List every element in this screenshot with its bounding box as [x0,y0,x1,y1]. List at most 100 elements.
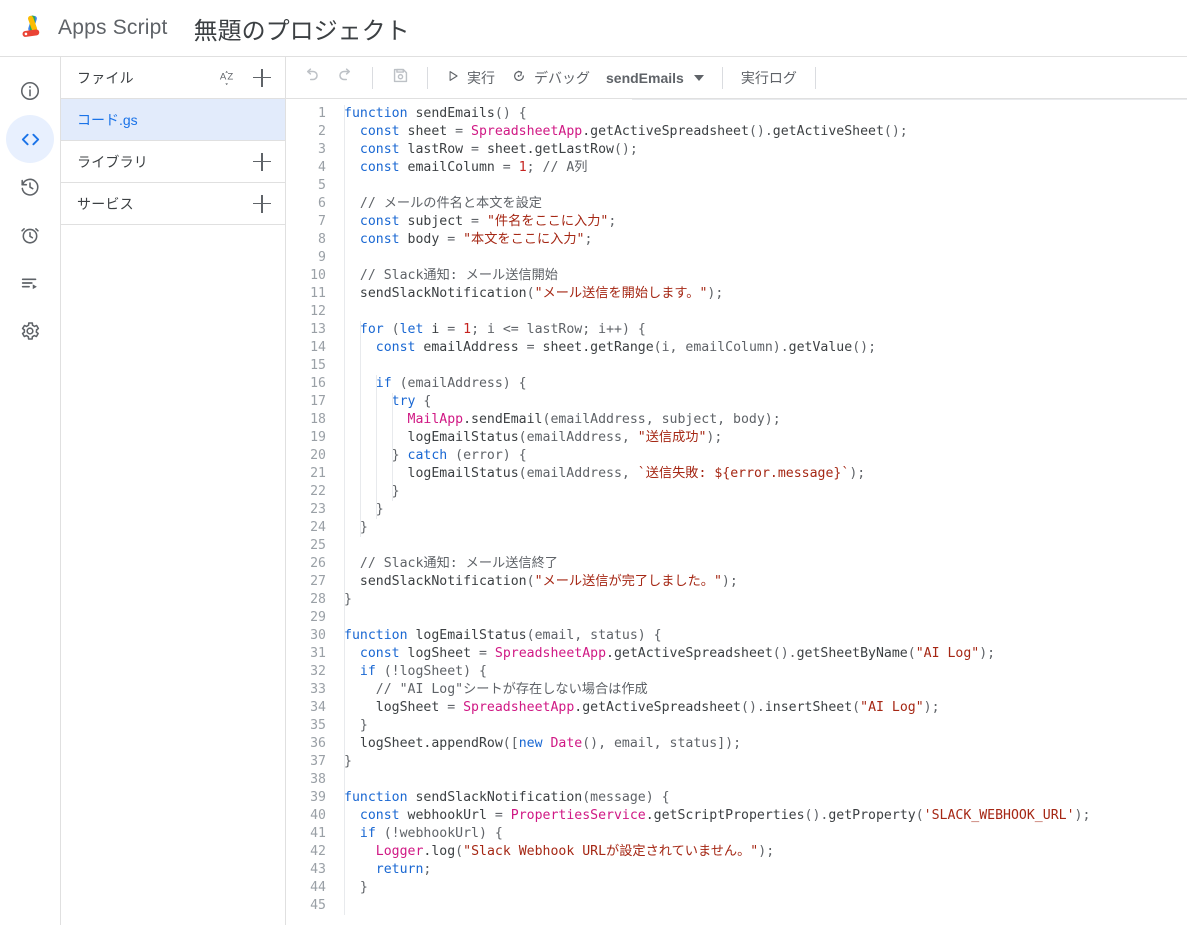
redo-button[interactable] [330,63,360,93]
code-line[interactable]: if (emailAddress) { [344,375,1187,393]
code-line[interactable]: // メールの件名と本文を設定 [344,195,1187,213]
add-file-button[interactable] [253,68,271,87]
code-line[interactable]: const lastRow = sheet.getLastRow(); [344,141,1187,159]
sidebar-item-executions[interactable] [6,259,54,307]
info-icon [19,80,41,102]
page-title[interactable]: 無題のプロジェクト [194,11,410,46]
code-line[interactable]: const logSheet = SpreadsheetApp.getActiv… [344,645,1187,663]
code-line[interactable]: Logger.log("Slack Webhook URLが設定されていません。… [344,843,1187,861]
code-icon [19,128,42,151]
code-line[interactable]: } [344,501,1187,519]
code-line[interactable]: logEmailStatus(emailAddress, `送信失敗: ${er… [344,465,1187,483]
sidebar-item-triggers[interactable] [6,211,54,259]
code-line[interactable]: const body = "本文をここに入力"; [344,231,1187,249]
apps-script-logo-icon[interactable] [16,11,50,45]
code-line[interactable]: sendSlackNotification("メール送信が完了しました。"); [344,573,1187,591]
code-line[interactable] [344,609,1187,627]
line-number: 13 [310,322,326,337]
add-library-button[interactable] [253,152,271,171]
code-line[interactable] [344,771,1187,789]
code-line[interactable] [344,303,1187,321]
files-label: ファイル [77,69,134,86]
line-number: 37 [310,754,326,769]
sidebar-item-overview[interactable] [6,67,54,115]
toolbar-divider-2 [427,66,428,89]
run-label: 実行 [467,69,495,86]
code-line[interactable]: if (!logSheet) { [344,663,1187,681]
nav-rail [0,57,61,925]
sidebar-item-editor[interactable] [6,115,54,163]
editor-area: 実行 デバッグ sendEmails 実行ログ 1 2 3 4 5 6 7 8 … [286,57,1187,925]
code-line[interactable] [344,249,1187,267]
code-line[interactable]: function sendEmails() { [344,105,1187,123]
line-number: 33 [310,682,326,697]
sidebar-item-project-settings[interactable] [6,307,54,355]
play-triangle-icon [446,69,460,86]
code-line[interactable]: logSheet = SpreadsheetApp.getActiveSprea… [344,699,1187,717]
code-line[interactable]: const webhookUrl = PropertiesService.get… [344,807,1187,825]
code-line[interactable] [344,897,1187,915]
sort-az-icon[interactable]: A Z [219,68,239,88]
code-line[interactable] [344,177,1187,195]
app-header: Apps Script 無題のプロジェクト [0,0,1187,57]
run-button[interactable]: 実行 [438,63,503,93]
code-line[interactable]: } [344,483,1187,501]
line-number: 42 [310,844,326,859]
code-line[interactable]: const sheet = SpreadsheetApp.getActiveSp… [344,123,1187,141]
code-line[interactable]: // "AI Log"シートが存在しない場合は作成 [344,681,1187,699]
line-number: 6 [318,196,326,211]
code-line[interactable]: if (!webhookUrl) { [344,825,1187,843]
debug-icon [511,68,527,87]
code-line[interactable]: // Slack通知: メール送信終了 [344,555,1187,573]
code-line[interactable]: MailApp.sendEmail(emailAddress, subject,… [344,411,1187,429]
code-line[interactable]: const emailAddress = sheet.getRange(i, e… [344,339,1187,357]
code-line[interactable]: try { [344,393,1187,411]
line-number: 45 [310,898,326,913]
line-number: 44 [310,880,326,895]
editor-toolbar: 実行 デバッグ sendEmails 実行ログ [286,57,1187,99]
line-number: 1 [318,106,326,121]
execution-log-button[interactable]: 実行ログ [733,63,805,93]
code-line[interactable]: logEmailStatus(emailAddress, "送信成功"); [344,429,1187,447]
code-line[interactable]: function logEmailStatus(email, status) { [344,627,1187,645]
sidebar-item-project-history[interactable] [6,163,54,211]
function-name: sendEmails [606,69,684,86]
line-number: 14 [310,340,326,355]
line-number: 19 [310,430,326,445]
line-number: 34 [310,700,326,715]
code-line[interactable]: const subject = "件名をここに入力"; [344,213,1187,231]
line-number: 24 [310,520,326,535]
code-line[interactable]: function sendSlackNotification(message) … [344,789,1187,807]
undo-button[interactable] [296,63,326,93]
code-line[interactable]: } [344,879,1187,897]
file-item-code-gs[interactable]: コード.gs [61,99,285,141]
line-number: 39 [310,790,326,805]
code-line[interactable] [344,357,1187,375]
add-service-button[interactable] [253,194,271,213]
line-number: 27 [310,574,326,589]
code-line[interactable]: sendSlackNotification("メール送信を開始します。"); [344,285,1187,303]
save-button[interactable] [385,63,415,93]
code-line[interactable]: for (let i = 1; i <= lastRow; i++) { [344,321,1187,339]
code-line[interactable]: } [344,519,1187,537]
code-line[interactable]: } [344,717,1187,735]
code-line[interactable]: return; [344,861,1187,879]
code-line[interactable]: } [344,591,1187,609]
code-line[interactable]: // Slack通知: メール送信開始 [344,267,1187,285]
line-number: 16 [310,376,326,391]
line-number: 10 [310,268,326,283]
code-line[interactable]: logSheet.appendRow([new Date(), email, s… [344,735,1187,753]
code-editor[interactable]: 1 2 3 4 5 6 7 8 9 10 11 12 13 14 15 16 17 18 19 20 21 22 23 24 2… [286,99,1187,925]
file-panel: ファイル A Z コード.gs ライブラリ サービス [61,57,286,925]
line-number: 35 [310,718,326,733]
line-number: 26 [310,556,326,571]
code-line[interactable]: } catch (error) { [344,447,1187,465]
code-line[interactable]: const emailColumn = 1; // A列 [344,159,1187,177]
code-content[interactable]: function sendEmails() { const sheet = Sp… [332,105,1187,915]
debug-button[interactable]: デバッグ [503,63,598,93]
code-line[interactable]: } [344,753,1187,771]
code-line[interactable] [344,537,1187,555]
function-selector[interactable]: sendEmails [598,63,712,93]
brand-name[interactable]: Apps Script [58,16,168,40]
toolbar-divider-1 [372,66,373,89]
